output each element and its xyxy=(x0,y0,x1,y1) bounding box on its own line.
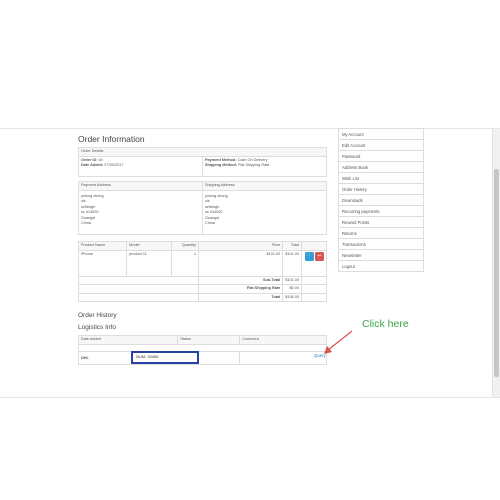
arrow-line xyxy=(327,330,353,351)
annotation-arrow xyxy=(324,330,353,354)
